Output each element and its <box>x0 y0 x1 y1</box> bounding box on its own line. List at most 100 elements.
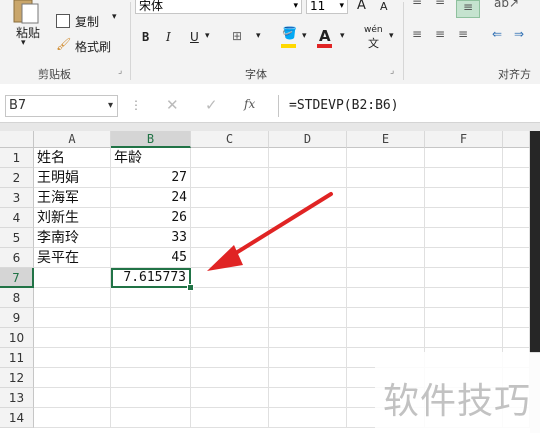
row-header[interactable]: 13 <box>0 388 34 408</box>
borders-icon[interactable]: ⊞ <box>232 29 242 43</box>
cell-a[interactable] <box>34 288 111 308</box>
enter-icon[interactable]: ✓ <box>205 96 218 114</box>
cell-empty[interactable] <box>347 328 425 348</box>
cell-empty[interactable] <box>269 148 347 168</box>
copy-button[interactable]: 复制 ▾ <box>56 12 126 30</box>
column-header-partial[interactable] <box>503 131 530 148</box>
font-name-select[interactable]: 宋体 ▾ <box>135 0 302 14</box>
fill-handle[interactable] <box>187 284 194 291</box>
cell-b[interactable] <box>111 328 191 348</box>
row-header[interactable]: 6 <box>0 248 34 268</box>
align-bottom-icon[interactable]: ≡ <box>456 0 480 18</box>
column-header-a[interactable]: A <box>34 131 111 148</box>
cell-empty[interactable] <box>503 208 530 228</box>
chevron-down-icon[interactable]: ▾ <box>112 12 117 22</box>
cell-empty[interactable] <box>425 148 503 168</box>
cell-empty[interactable] <box>503 288 530 308</box>
paste-button[interactable]: 粘贴 ▾ <box>6 0 46 52</box>
row-header[interactable]: 8 <box>0 288 34 308</box>
cell-empty[interactable] <box>425 328 503 348</box>
cell-empty[interactable] <box>191 368 269 388</box>
cell-a[interactable]: 姓名 <box>34 148 111 168</box>
cell-empty[interactable] <box>347 188 425 208</box>
cell-empty[interactable] <box>347 168 425 188</box>
cell-b[interactable] <box>111 368 191 388</box>
dialog-launcher-icon[interactable]: ⌟ <box>390 66 394 76</box>
fill-color-icon[interactable]: 🪣 <box>282 26 297 40</box>
phonetic-guide-button[interactable]: wén 文 <box>364 25 383 51</box>
dialog-launcher-icon[interactable]: ⌟ <box>118 66 122 76</box>
cell-empty[interactable] <box>503 168 530 188</box>
font-size-select[interactable]: 11 ▾ <box>306 0 348 14</box>
cell-empty[interactable] <box>425 188 503 208</box>
cell-empty[interactable] <box>347 308 425 328</box>
scrollbar-strip[interactable] <box>530 131 540 353</box>
align-top-icon[interactable]: ≡ <box>412 0 422 8</box>
cell-empty[interactable] <box>425 228 503 248</box>
column-header-c[interactable]: C <box>191 131 269 148</box>
align-left-icon[interactable]: ≡ <box>412 27 422 41</box>
formula-input[interactable]: =STDEVP(B2:B6) <box>278 95 540 117</box>
cell-empty[interactable] <box>269 308 347 328</box>
cell-b[interactable] <box>111 348 191 368</box>
cell-empty[interactable] <box>269 328 347 348</box>
cell-a[interactable] <box>34 388 111 408</box>
row-header[interactable]: 2 <box>0 168 34 188</box>
cell-empty[interactable] <box>503 188 530 208</box>
font-color-icon[interactable]: A <box>319 27 331 45</box>
cell-empty[interactable] <box>503 268 530 288</box>
chevron-down-icon[interactable]: ▾ <box>205 31 210 41</box>
cell-b[interactable]: 27 <box>111 168 191 188</box>
column-header-f[interactable]: F <box>425 131 503 148</box>
grow-font-button[interactable]: A <box>357 0 366 13</box>
cell-empty[interactable] <box>425 208 503 228</box>
cell-empty[interactable] <box>503 228 530 248</box>
cell-a[interactable] <box>34 268 111 288</box>
cell-a[interactable]: 王海军 <box>34 188 111 208</box>
cell-a[interactable]: 王明娟 <box>34 168 111 188</box>
row-header[interactable]: 7 <box>0 268 34 288</box>
cell-empty[interactable] <box>191 328 269 348</box>
bold-button[interactable]: B <box>142 30 149 44</box>
cell-empty[interactable] <box>191 408 269 428</box>
row-header[interactable]: 14 <box>0 408 34 428</box>
cell-b[interactable]: 33 <box>111 228 191 248</box>
cell-b[interactable]: 26 <box>111 208 191 228</box>
selected-cell-b7[interactable]: 7.615773 <box>111 268 191 288</box>
chevron-down-icon[interactable]: ▾ <box>340 31 345 41</box>
cell-empty[interactable] <box>269 408 347 428</box>
cell-b[interactable] <box>111 308 191 328</box>
chevron-down-icon[interactable]: ▾ <box>389 31 394 41</box>
format-painter-button[interactable]: 🖌 格式刷 <box>56 37 126 55</box>
cell-empty[interactable] <box>425 168 503 188</box>
cell-empty[interactable] <box>191 288 269 308</box>
cell-a[interactable]: 刘新生 <box>34 208 111 228</box>
orientation-icon[interactable]: ab↗ <box>494 0 519 10</box>
cell-empty[interactable] <box>191 348 269 368</box>
chevron-down-icon[interactable]: ▾ <box>302 31 307 41</box>
cell-b[interactable] <box>111 288 191 308</box>
insert-function-icon[interactable]: fx <box>244 97 255 111</box>
cell-b[interactable] <box>111 408 191 428</box>
cell-empty[interactable] <box>425 248 503 268</box>
cell-empty[interactable] <box>425 308 503 328</box>
cell-a[interactable] <box>34 328 111 348</box>
cell-empty[interactable] <box>503 328 530 348</box>
cell-empty[interactable] <box>269 348 347 368</box>
row-header[interactable]: 5 <box>0 228 34 248</box>
row-header[interactable]: 9 <box>0 308 34 328</box>
cell-empty[interactable] <box>269 288 347 308</box>
cell-b[interactable]: 年龄 <box>111 148 191 168</box>
cell-empty[interactable] <box>347 208 425 228</box>
decrease-indent-icon[interactable]: ⇐ <box>492 27 502 41</box>
column-header-b[interactable]: B <box>111 131 191 148</box>
increase-indent-icon[interactable]: ⇒ <box>514 27 524 41</box>
align-middle-icon[interactable]: ≡ <box>435 0 445 8</box>
cell-empty[interactable] <box>347 288 425 308</box>
cell-a[interactable] <box>34 308 111 328</box>
cell-empty[interactable] <box>191 388 269 408</box>
cancel-icon[interactable]: ✕ <box>166 96 179 114</box>
underline-button[interactable]: U <box>190 30 199 44</box>
cell-empty[interactable] <box>503 248 530 268</box>
column-header-d[interactable]: D <box>269 131 347 148</box>
